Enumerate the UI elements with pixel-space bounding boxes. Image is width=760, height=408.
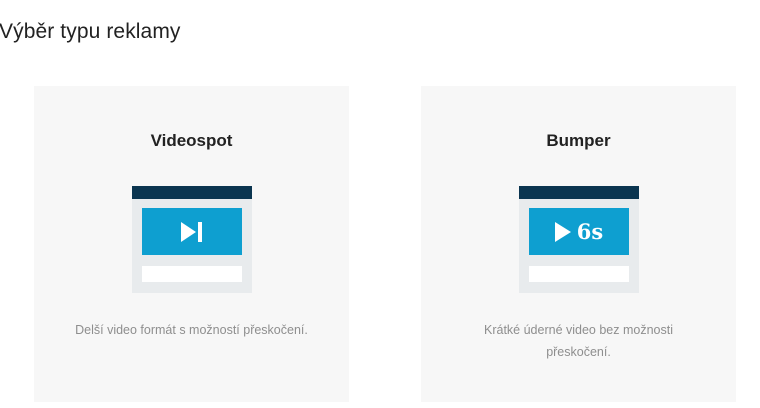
card-description: Delší video formát s možností přeskočení… bbox=[75, 323, 308, 337]
illustration-video-screen: 6s bbox=[529, 208, 629, 255]
bumper-card[interactable]: Bumper 6s Krátké úderné video bez možnos… bbox=[421, 86, 736, 402]
card-description: Krátké úderné video bez možnosti přeskoč… bbox=[484, 323, 673, 359]
illustration-video-screen bbox=[142, 208, 242, 255]
illustration-header-bar bbox=[519, 186, 639, 199]
video-illustration bbox=[132, 186, 252, 293]
skip-forward-icon bbox=[181, 221, 202, 242]
card-title: Bumper bbox=[546, 131, 611, 150]
duration-label: 6s bbox=[576, 219, 604, 244]
videospot-card[interactable]: Videospot Delší video formát s možností … bbox=[34, 86, 349, 402]
play-icon bbox=[554, 221, 571, 242]
illustration-footer-bar bbox=[529, 266, 629, 282]
page-title: Výběr typu reklamy bbox=[0, 20, 181, 43]
video-illustration: 6s bbox=[519, 186, 639, 293]
card-title: Videospot bbox=[150, 131, 233, 150]
ad-type-selection-page: Výběr typu reklamy Videospot Delší video… bbox=[0, 0, 760, 408]
illustration-header-bar bbox=[132, 186, 252, 199]
illustration-footer-bar bbox=[142, 266, 242, 282]
